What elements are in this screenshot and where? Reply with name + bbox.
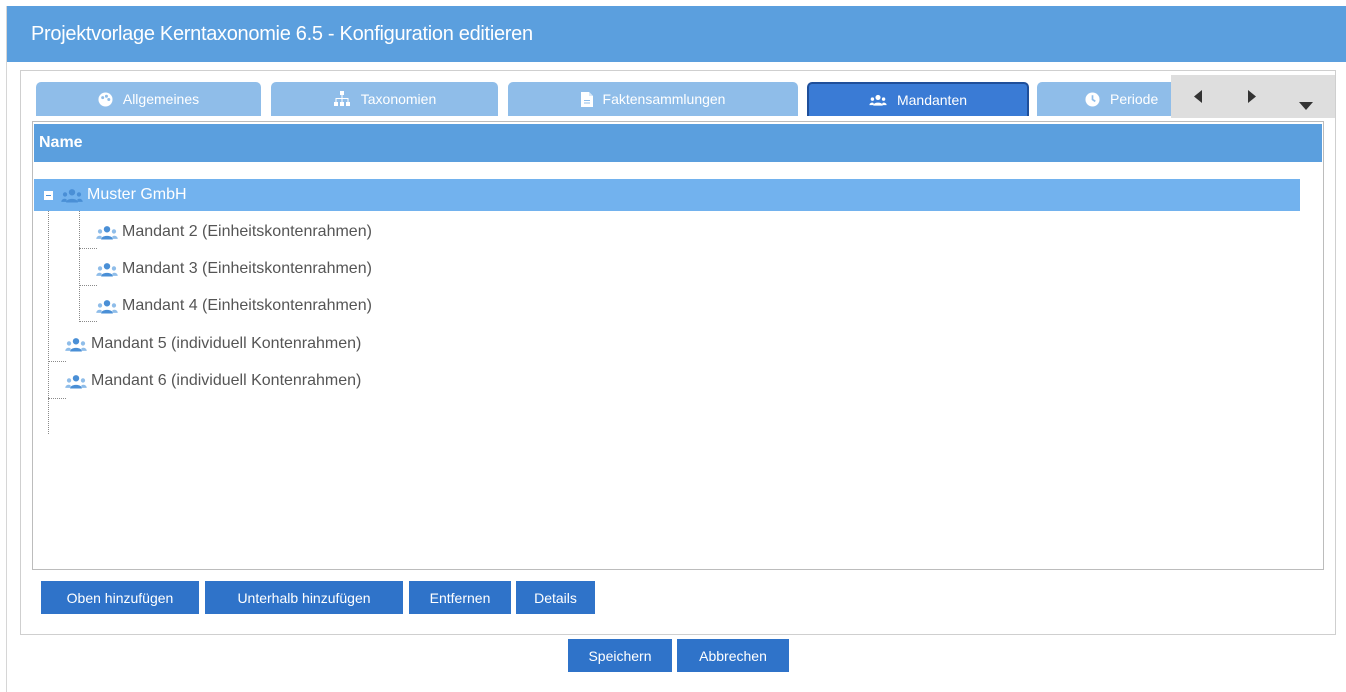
add-above-button[interactable]: Oben hinzufügen <box>41 581 199 614</box>
users-icon <box>65 374 87 388</box>
tree-node-label: Mandant 3 (Einheitskontenrahmen) <box>122 260 372 277</box>
tree-node-label: Muster GmbH <box>87 186 187 203</box>
tab-scroll-left-button[interactable] <box>1171 75 1225 118</box>
remove-button[interactable]: Entfernen <box>409 581 511 614</box>
tab-container: Allgemeines Taxonomien Faktensammlungen … <box>20 70 1336 635</box>
dialog-window: Projektvorlage Kerntaxonomie 6.5 - Konfi… <box>6 6 1346 692</box>
tree-row[interactable]: Muster GmbH <box>34 179 1300 211</box>
tab-list-dropdown-button[interactable] <box>1279 75 1333 118</box>
users-icon <box>61 188 83 202</box>
tree-connector <box>79 285 97 286</box>
arrow-left-icon <box>1194 90 1202 103</box>
tree-row[interactable]: Mandant 3 (Einheitskontenrahmen) <box>96 253 372 285</box>
collapse-toggle[interactable] <box>44 190 53 200</box>
clock-icon <box>1085 91 1100 107</box>
document-icon <box>580 91 593 107</box>
arrow-right-icon <box>1248 90 1256 103</box>
tree-connector <box>48 398 66 399</box>
tab-scroll-right-button[interactable] <box>1225 75 1279 118</box>
hierarchy-icon <box>333 91 350 106</box>
tree-connector <box>48 202 49 434</box>
save-button[interactable]: Speichern <box>568 639 672 672</box>
column-header-name[interactable]: Name <box>34 124 1322 162</box>
tab-label: Faktensammlungen <box>602 91 726 107</box>
tab-mandanten[interactable]: Mandanten <box>807 82 1029 116</box>
tab-label: Taxonomien <box>360 91 437 107</box>
tree-connector <box>79 321 97 322</box>
tab-allgemeines[interactable]: Allgemeines <box>36 82 261 116</box>
dialog-title: Projektvorlage Kerntaxonomie 6.5 - Konfi… <box>7 6 1346 62</box>
minus-icon <box>46 194 51 196</box>
users-icon <box>96 262 118 276</box>
tree-connector <box>79 202 80 320</box>
tab-scroller <box>1171 75 1335 118</box>
cancel-button[interactable]: Abbrechen <box>677 639 789 672</box>
tab-label: Mandanten <box>896 92 968 108</box>
tab-label: Periode <box>1110 91 1159 107</box>
tree-connector <box>79 248 97 249</box>
dialog-title-text: Projektvorlage Kerntaxonomie 6.5 - Konfi… <box>31 22 533 45</box>
add-below-button[interactable]: Unterhalb hinzufügen <box>205 581 403 614</box>
palette-icon <box>98 91 113 107</box>
tree-node-label: Mandant 2 (Einheitskontenrahmen) <box>122 223 372 240</box>
users-icon <box>96 225 118 239</box>
tree-node-label: Mandant 4 (Einheitskontenrahmen) <box>122 297 372 314</box>
tab-label: Allgemeines <box>122 91 200 107</box>
dropdown-icon <box>1299 102 1313 110</box>
users-icon <box>96 299 118 313</box>
tree-node-label: Mandant 6 (individuell Kontenrahmen) <box>91 372 362 389</box>
tree-node-label: Mandant 5 (individuell Kontenrahmen) <box>91 335 362 352</box>
tree-row[interactable]: Mandant 5 (individuell Kontenrahmen) <box>65 328 361 360</box>
tree-grid: Name Muster GmbH Mandant 2 (Einheitskont… <box>32 121 1324 570</box>
users-icon <box>65 337 87 351</box>
details-button[interactable]: Details <box>516 581 595 614</box>
tree-connector <box>48 361 66 362</box>
tree-row[interactable]: Mandant 2 (Einheitskontenrahmen) <box>96 216 372 248</box>
tree-row[interactable]: Mandant 4 (Einheitskontenrahmen) <box>96 290 372 322</box>
tab-faktensammlungen[interactable]: Faktensammlungen <box>508 82 798 116</box>
column-header-label: Name <box>39 134 83 151</box>
tab-taxonomien[interactable]: Taxonomien <box>271 82 498 116</box>
users-icon <box>869 94 887 106</box>
tree-row[interactable]: Mandant 6 (individuell Kontenrahmen) <box>65 365 361 397</box>
